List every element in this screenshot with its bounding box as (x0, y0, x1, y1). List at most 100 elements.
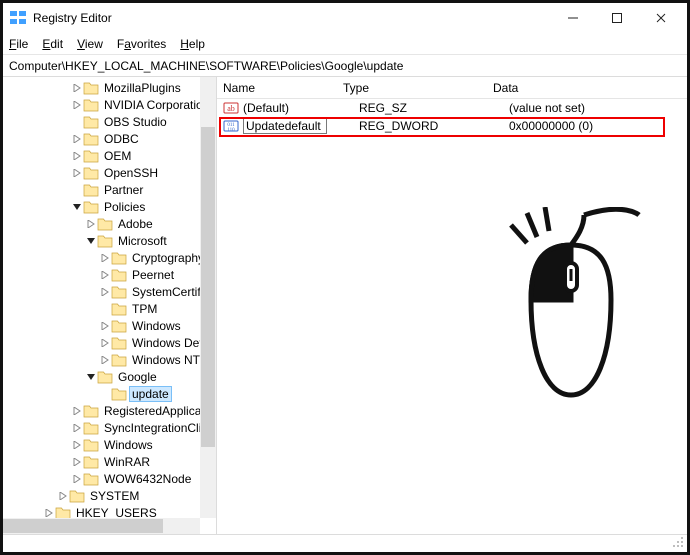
tree-item[interactable]: Peernet (3, 266, 216, 283)
maximize-button[interactable] (595, 4, 639, 32)
chevron-right-icon[interactable] (71, 419, 83, 436)
tree-item[interactable]: TPM (3, 300, 216, 317)
list-pane[interactable]: Name Type Data ab(Default)REG_SZ(value n… (217, 77, 687, 534)
tree-item[interactable]: SYSTEM (3, 487, 216, 504)
menu-help[interactable]: Help (180, 37, 205, 51)
chevron-right-icon[interactable] (71, 470, 83, 487)
column-header-type[interactable]: Type (337, 81, 487, 95)
value-data-cell: 0x00000000 (0) (503, 119, 687, 133)
chevron-right-icon[interactable] (99, 283, 111, 300)
tree-item[interactable]: Microsoft (3, 232, 216, 249)
string-value-icon: ab (223, 100, 239, 116)
tree-spacer (99, 385, 111, 402)
titlebar[interactable]: Registry Editor (3, 3, 687, 33)
tree-item-label[interactable]: Windows (130, 319, 183, 333)
list-header[interactable]: Name Type Data (217, 77, 687, 99)
tree-item-label[interactable]: OEM (102, 149, 133, 163)
menu-favorites[interactable]: Favorites (117, 37, 166, 51)
chevron-right-icon[interactable] (71, 402, 83, 419)
menu-edit[interactable]: Edit (42, 37, 63, 51)
addressbar[interactable]: Computer\HKEY_LOCAL_MACHINE\SOFTWARE\Pol… (3, 55, 687, 77)
tree-item-label[interactable]: TPM (130, 302, 159, 316)
list-rows: ab(Default)REG_SZ(value not set)011110RE… (217, 99, 687, 135)
chevron-right-icon[interactable] (57, 487, 69, 504)
chevron-down-icon[interactable] (85, 368, 97, 385)
tree-item[interactable]: SyncIntegrationClient (3, 419, 216, 436)
chevron-right-icon[interactable] (99, 317, 111, 334)
value-name-cell[interactable] (241, 118, 353, 134)
tree-item[interactable]: Google (3, 368, 216, 385)
svg-text:110: 110 (227, 128, 235, 133)
tree-item-label[interactable]: Policies (102, 200, 147, 214)
tree-item[interactable]: Cryptography (3, 249, 216, 266)
tree-item[interactable]: Adobe (3, 215, 216, 232)
chevron-right-icon[interactable] (71, 79, 83, 96)
tree-item[interactable]: RegisteredApplication (3, 402, 216, 419)
tree-item[interactable]: SystemCertifica (3, 283, 216, 300)
tree-horizontal-scrollbar[interactable] (3, 518, 200, 534)
chevron-right-icon[interactable] (85, 215, 97, 232)
tree-item[interactable]: ODBC (3, 130, 216, 147)
column-header-data[interactable]: Data (487, 81, 687, 95)
chevron-right-icon[interactable] (71, 436, 83, 453)
tree-item[interactable]: Windows NT (3, 351, 216, 368)
chevron-right-icon[interactable] (71, 130, 83, 147)
value-row[interactable]: 011110REG_DWORD0x00000000 (0) (217, 117, 687, 135)
tree-item-label[interactable]: OpenSSH (102, 166, 160, 180)
column-header-name[interactable]: Name (217, 81, 337, 95)
tree-item-label[interactable]: ODBC (102, 132, 141, 146)
tree-item[interactable]: OEM (3, 147, 216, 164)
tree-item-label[interactable]: SYSTEM (88, 489, 141, 503)
value-row[interactable]: ab(Default)REG_SZ(value not set) (217, 99, 687, 117)
value-rename-input[interactable] (243, 118, 327, 134)
tree-item[interactable]: Windows (3, 436, 216, 453)
tree-item[interactable]: WinRAR (3, 453, 216, 470)
tree-item-label[interactable]: NVIDIA Corporation (102, 98, 211, 112)
tree-item-label[interactable]: Partner (102, 183, 145, 197)
tree-item[interactable]: OBS Studio (3, 113, 216, 130)
dword-value-icon: 011110 (223, 118, 239, 134)
tree-item[interactable]: NVIDIA Corporation (3, 96, 216, 113)
chevron-right-icon[interactable] (99, 351, 111, 368)
tree-item-label[interactable]: OBS Studio (102, 115, 169, 129)
chevron-right-icon[interactable] (71, 164, 83, 181)
value-name-cell[interactable]: (Default) (241, 101, 353, 115)
address-path[interactable]: Computer\HKEY_LOCAL_MACHINE\SOFTWARE\Pol… (9, 59, 681, 73)
chevron-right-icon[interactable] (99, 249, 111, 266)
tree-item-label[interactable]: Windows (102, 438, 155, 452)
tree-item-label[interactable]: Windows NT (130, 353, 202, 367)
window-title: Registry Editor (33, 11, 551, 25)
tree-item[interactable]: Windows Defen (3, 334, 216, 351)
tree-item-label[interactable]: Google (116, 370, 159, 384)
tree-item-label[interactable]: Cryptography (130, 251, 206, 265)
tree-item-label[interactable]: update (130, 387, 171, 401)
chevron-down-icon[interactable] (71, 198, 83, 215)
resize-grip-icon[interactable] (672, 536, 684, 548)
tree-item-label[interactable]: MozillaPlugins (102, 81, 183, 95)
tree-item[interactable]: Partner (3, 181, 216, 198)
chevron-right-icon[interactable] (71, 96, 83, 113)
tree-item[interactable]: OpenSSH (3, 164, 216, 181)
chevron-right-icon[interactable] (71, 147, 83, 164)
chevron-down-icon[interactable] (85, 232, 97, 249)
menu-view[interactable]: View (77, 37, 103, 51)
tree-item[interactable]: Windows (3, 317, 216, 334)
tree-item[interactable]: Policies (3, 198, 216, 215)
tree-vertical-scrollbar[interactable] (200, 77, 216, 518)
chevron-right-icon[interactable] (99, 334, 111, 351)
chevron-right-icon[interactable] (99, 266, 111, 283)
tree-pane[interactable]: MozillaPlugins NVIDIA Corporation OBS Stu… (3, 77, 217, 534)
tree-item-label[interactable]: Adobe (116, 217, 155, 231)
chevron-right-icon[interactable] (71, 453, 83, 470)
tree-item-label[interactable]: Peernet (130, 268, 176, 282)
tree-item-label[interactable]: WinRAR (102, 455, 152, 469)
tree-item[interactable]: MozillaPlugins (3, 79, 216, 96)
tree-item-label[interactable]: Microsoft (116, 234, 169, 248)
tree-item[interactable]: WOW6432Node (3, 470, 216, 487)
minimize-button[interactable] (551, 4, 595, 32)
tree[interactable]: MozillaPlugins NVIDIA Corporation OBS Stu… (3, 79, 216, 521)
close-button[interactable] (639, 4, 683, 32)
tree-item[interactable]: update (3, 385, 216, 402)
menu-file[interactable]: File (9, 37, 28, 51)
tree-item-label[interactable]: WOW6432Node (102, 472, 193, 486)
